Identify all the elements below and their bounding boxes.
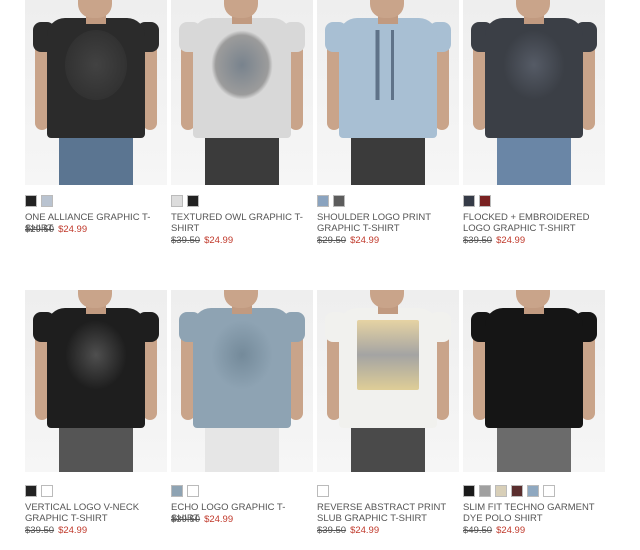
product-price: $39.50 $24.99	[171, 235, 233, 246]
sale-price: $24.99	[496, 525, 526, 536]
color-swatch[interactable]	[25, 195, 37, 207]
shirt-graphic	[65, 320, 127, 390]
product-price: $29.50 $24.99	[317, 235, 379, 246]
color-swatch[interactable]	[171, 485, 183, 497]
product-photo[interactable]	[463, 290, 605, 472]
model-pants	[205, 134, 279, 185]
color-swatch[interactable]	[333, 195, 345, 207]
sale-price: $24.99	[350, 525, 380, 536]
color-swatch[interactable]	[25, 485, 37, 497]
product-name[interactable]: SLIM FIT TECHNO GARMENT DYE POLO SHIRT	[463, 502, 605, 524]
model-arm	[435, 330, 449, 420]
sale-price: $24.99	[496, 235, 526, 246]
model-arm	[581, 330, 595, 420]
model-arm	[143, 40, 157, 130]
product-name[interactable]: VERTICAL LOGO V-NECK GRAPHIC T-SHIRT	[25, 502, 167, 524]
color-swatches	[25, 485, 53, 497]
color-swatches	[317, 485, 329, 497]
model-pants	[497, 424, 571, 472]
color-swatches	[463, 195, 491, 207]
product-photo[interactable]	[317, 290, 459, 472]
product-price: $39.50 $24.99	[317, 525, 379, 536]
model-pants	[351, 134, 425, 185]
original-price: $29.50	[317, 235, 347, 246]
color-swatch[interactable]	[527, 485, 539, 497]
sale-price: $24.99	[204, 514, 234, 525]
product-name[interactable]: REVERSE ABSTRACT PRINT SLUB GRAPHIC T-SH…	[317, 502, 459, 524]
original-price: $39.50	[171, 514, 201, 525]
model-pants	[351, 424, 425, 472]
model-pants	[59, 134, 133, 185]
color-swatch[interactable]	[479, 195, 491, 207]
color-swatch[interactable]	[41, 485, 53, 497]
shirt-graphic	[357, 30, 419, 100]
product-price: $49.50 $24.99	[463, 525, 525, 536]
color-swatch[interactable]	[511, 485, 523, 497]
product-name[interactable]: TEXTURED OWL GRAPHIC T-SHIRT	[171, 212, 313, 234]
color-swatch[interactable]	[187, 195, 199, 207]
product-price: $39.50 $24.99	[171, 514, 233, 525]
original-price: $39.50	[463, 235, 493, 246]
product-photo[interactable]	[171, 290, 313, 472]
shirt-graphic	[65, 30, 127, 100]
product-price: $29.50 $24.99	[25, 224, 87, 235]
model-head	[370, 290, 404, 308]
color-swatches	[171, 195, 199, 207]
color-swatch[interactable]	[463, 195, 475, 207]
color-swatch[interactable]	[317, 195, 329, 207]
product-photo[interactable]	[317, 0, 459, 185]
color-swatches	[171, 485, 199, 497]
original-price: $39.50	[171, 235, 201, 246]
model-arm	[435, 40, 449, 130]
color-swatches	[463, 485, 555, 497]
color-swatch[interactable]	[317, 485, 329, 497]
sale-price: $24.99	[204, 235, 234, 246]
sale-price: $24.99	[350, 235, 380, 246]
shirt-graphic	[211, 30, 273, 100]
product-photo[interactable]	[171, 0, 313, 185]
sale-price: $24.99	[58, 224, 88, 235]
shirt-graphic	[357, 320, 419, 390]
shirt-graphic	[503, 30, 565, 100]
color-swatches	[25, 195, 53, 207]
color-swatch[interactable]	[495, 485, 507, 497]
original-price: $39.50	[25, 525, 55, 536]
product-photo[interactable]	[463, 0, 605, 185]
color-swatch[interactable]	[171, 195, 183, 207]
model-pants	[497, 134, 571, 185]
color-swatch[interactable]	[479, 485, 491, 497]
original-price: $29.50	[25, 224, 55, 235]
original-price: $49.50	[463, 525, 493, 536]
product-name[interactable]: SHOULDER LOGO PRINT GRAPHIC T-SHIRT	[317, 212, 459, 234]
original-price: $39.50	[317, 525, 347, 536]
model-head	[516, 0, 550, 18]
product-photo[interactable]	[25, 290, 167, 472]
model-head	[370, 0, 404, 18]
model-arm	[143, 330, 157, 420]
product-name[interactable]: FLOCKED + EMBROIDERED LOGO GRAPHIC T-SHI…	[463, 212, 605, 234]
color-swatches	[317, 195, 345, 207]
model-arm	[581, 40, 595, 130]
product-price: $39.50 $24.99	[25, 525, 87, 536]
sale-price: $24.99	[58, 525, 88, 536]
shirt-graphic	[211, 320, 273, 390]
model-head	[516, 290, 550, 308]
model-head	[224, 0, 258, 18]
color-swatch[interactable]	[187, 485, 199, 497]
model-arm	[289, 330, 303, 420]
model-arm	[289, 40, 303, 130]
model-head	[224, 290, 258, 308]
color-swatch[interactable]	[543, 485, 555, 497]
model-shirt	[485, 308, 583, 428]
model-head	[78, 0, 112, 18]
color-swatch[interactable]	[41, 195, 53, 207]
color-swatch[interactable]	[463, 485, 475, 497]
model-pants	[205, 424, 279, 472]
model-pants	[59, 424, 133, 472]
product-price: $39.50 $24.99	[463, 235, 525, 246]
product-photo[interactable]	[25, 0, 167, 185]
model-head	[78, 290, 112, 308]
